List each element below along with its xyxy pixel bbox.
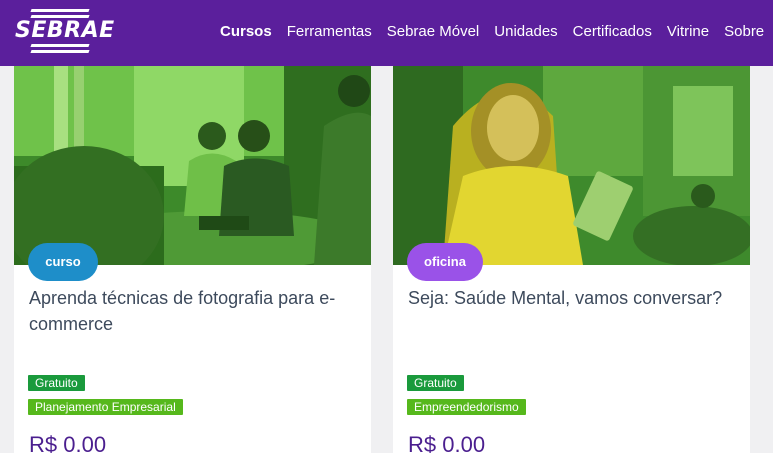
nav-item-vitrine[interactable]: Vitrine (667, 22, 709, 42)
logo-text: SEBRAE (13, 18, 115, 43)
nav-item-cursos[interactable]: Cursos (220, 22, 272, 42)
course-title[interactable]: Aprenda técnicas de fotografia para e-co… (29, 285, 359, 337)
main-nav: Cursos Ferramentas Sebrae Móvel Unidades… (220, 22, 764, 42)
course-price: R$ 0.00 (29, 432, 107, 453)
course-title[interactable]: Seja: Saúde Mental, vamos conversar? (408, 285, 738, 311)
nav-item-sebrae-movel[interactable]: Sebrae Móvel (387, 22, 480, 42)
nav-item-unidades[interactable]: Unidades (494, 22, 557, 42)
nav-item-ferramentas[interactable]: Ferramentas (287, 22, 372, 42)
nav-item-certificados[interactable]: Certificados (573, 22, 652, 42)
free-tag: Gratuito (28, 375, 85, 391)
course-price: R$ 0.00 (408, 432, 486, 453)
top-header: SEBRAE Cursos Ferramentas Sebrae Móvel U… (0, 0, 773, 66)
course-card[interactable]: oficina Seja: Saúde Mental, vamos conver… (393, 66, 750, 453)
course-image-woman[interactable] (393, 66, 750, 265)
course-card[interactable]: curso Aprenda técnicas de fotografia par… (14, 66, 371, 453)
nav-item-sobre[interactable]: Sobre (724, 22, 764, 42)
course-image-meeting[interactable] (14, 66, 371, 265)
sebrae-logo[interactable]: SEBRAE (13, 8, 115, 54)
free-tag: Gratuito (407, 375, 464, 391)
type-badge-oficina: oficina (407, 243, 483, 281)
category-tag: Planejamento Empresarial (28, 399, 183, 415)
type-badge-curso: curso (28, 243, 98, 281)
category-tag: Empreendedorismo (407, 399, 526, 415)
